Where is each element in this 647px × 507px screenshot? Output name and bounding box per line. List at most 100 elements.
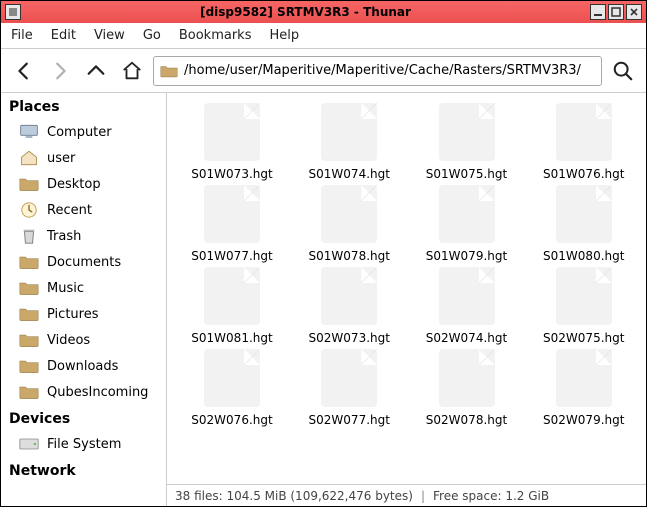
file-item[interactable]: S02W074.hgt <box>412 267 522 345</box>
file-icon <box>556 349 612 407</box>
file-name: S02W078.hgt <box>426 413 507 427</box>
sidebar-item-desktop[interactable]: Desktop <box>1 171 166 197</box>
file-name: S02W076.hgt <box>191 413 272 427</box>
file-item[interactable]: S01W079.hgt <box>412 185 522 263</box>
file-item[interactable]: S01W078.hgt <box>294 185 404 263</box>
file-name: S01W078.hgt <box>309 249 390 263</box>
sidebar-item-label: Desktop <box>47 177 101 192</box>
folder-icon <box>19 175 39 193</box>
folder-icon <box>19 331 39 349</box>
file-name: S01W075.hgt <box>426 167 507 181</box>
file-name: S02W075.hgt <box>543 331 624 345</box>
sidebar-section-places: Places <box>1 93 166 119</box>
maximize-button[interactable] <box>608 4 624 20</box>
file-icon <box>204 185 260 243</box>
file-item[interactable]: S01W081.hgt <box>177 267 287 345</box>
sidebar-item-music[interactable]: Music <box>1 275 166 301</box>
location-bar[interactable]: /home/user/Maperitive/Maperitive/Cache/R… <box>153 56 602 86</box>
sidebar-section-devices: Devices <box>1 405 166 431</box>
file-icon <box>321 103 377 161</box>
menu-bookmarks[interactable]: Bookmarks <box>179 28 252 43</box>
sidebar-item-documents[interactable]: Documents <box>1 249 166 275</box>
status-files: 38 files: 104.5 MiB (109,622,476 bytes) <box>175 489 413 503</box>
sidebar-item-label: Documents <box>47 255 121 270</box>
file-item[interactable]: S01W076.hgt <box>529 103 639 181</box>
file-item[interactable]: S01W074.hgt <box>294 103 404 181</box>
sidebar-item-label: Music <box>47 281 84 296</box>
menu-go[interactable]: Go <box>143 28 161 43</box>
file-name: S02W074.hgt <box>426 331 507 345</box>
sidebar-item-label: QubesIncoming <box>47 385 148 400</box>
sidebar-item-label: Videos <box>47 333 90 348</box>
file-item[interactable]: S02W078.hgt <box>412 349 522 427</box>
sidebar-item-videos[interactable]: Videos <box>1 327 166 353</box>
sidebar-item-label: Downloads <box>47 359 118 374</box>
folder-icon <box>160 64 178 78</box>
sidebar-item-user[interactable]: user <box>1 145 166 171</box>
file-item[interactable]: S01W075.hgt <box>412 103 522 181</box>
file-icon <box>439 349 495 407</box>
file-item[interactable]: S01W080.hgt <box>529 185 639 263</box>
file-item[interactable]: S02W079.hgt <box>529 349 639 427</box>
file-name: S01W074.hgt <box>309 167 390 181</box>
file-name: S02W077.hgt <box>309 413 390 427</box>
up-button[interactable] <box>81 56 111 86</box>
file-item[interactable]: S02W075.hgt <box>529 267 639 345</box>
minimize-button[interactable] <box>590 4 606 20</box>
folder-icon <box>19 279 39 297</box>
sidebar-item-label: Trash <box>47 229 81 244</box>
file-icon <box>204 349 260 407</box>
trash-icon <box>19 227 39 245</box>
status-free-space: Free space: 1.2 GiB <box>433 489 549 503</box>
menu-help[interactable]: Help <box>269 28 299 43</box>
sidebar-item-pictures[interactable]: Pictures <box>1 301 166 327</box>
window-menu-button[interactable] <box>5 4 21 20</box>
sidebar-item-computer[interactable]: Computer <box>1 119 166 145</box>
file-item[interactable]: S01W073.hgt <box>177 103 287 181</box>
sidebar-item-label: Pictures <box>47 307 98 322</box>
location-path: /home/user/Maperitive/Maperitive/Cache/R… <box>184 63 581 78</box>
window-title: [disp9582] SRTMV3R3 - Thunar <box>21 5 590 19</box>
folder-icon <box>19 305 39 323</box>
file-name: S01W079.hgt <box>426 249 507 263</box>
menu-view[interactable]: View <box>94 28 125 43</box>
back-button[interactable] <box>9 56 39 86</box>
file-icon <box>556 185 612 243</box>
file-view[interactable]: S01W073.hgt S01W074.hgt S01W075.hgt S01W076… <box>167 93 646 484</box>
folder-icon <box>19 383 39 401</box>
sidebar-item-filesystem[interactable]: File System <box>1 431 166 457</box>
file-item[interactable]: S02W076.hgt <box>177 349 287 427</box>
menu-edit[interactable]: Edit <box>51 28 76 43</box>
titlebar[interactable]: [disp9582] SRTMV3R3 - Thunar <box>1 1 646 23</box>
forward-button[interactable] <box>45 56 75 86</box>
file-icon <box>204 103 260 161</box>
file-item[interactable]: S01W077.hgt <box>177 185 287 263</box>
sidebar: Places Computer user Desktop Recent Tras… <box>1 93 167 506</box>
file-manager-window: [disp9582] SRTMV3R3 - Thunar File Edit V… <box>0 0 647 507</box>
file-icon <box>439 267 495 325</box>
sidebar-item-trash[interactable]: Trash <box>1 223 166 249</box>
file-name: S01W080.hgt <box>543 249 624 263</box>
home-button[interactable] <box>117 56 147 86</box>
sidebar-item-qubesincoming[interactable]: QubesIncoming <box>1 379 166 405</box>
search-button[interactable] <box>608 56 638 86</box>
clock-icon <box>19 201 39 219</box>
file-icon <box>321 185 377 243</box>
status-separator: | <box>413 489 433 503</box>
menu-file[interactable]: File <box>11 28 33 43</box>
close-button[interactable] <box>626 4 642 20</box>
sidebar-item-recent[interactable]: Recent <box>1 197 166 223</box>
file-item[interactable]: S02W077.hgt <box>294 349 404 427</box>
file-item[interactable]: S02W073.hgt <box>294 267 404 345</box>
drive-icon <box>19 435 39 453</box>
sidebar-section-network: Network <box>1 457 166 483</box>
sidebar-item-downloads[interactable]: Downloads <box>1 353 166 379</box>
file-icon <box>439 185 495 243</box>
menubar: File Edit View Go Bookmarks Help <box>1 23 646 49</box>
folder-icon <box>19 253 39 271</box>
home-icon <box>19 149 39 167</box>
sidebar-item-label: File System <box>47 437 121 452</box>
file-icon <box>439 103 495 161</box>
file-name: S01W076.hgt <box>543 167 624 181</box>
file-icon <box>321 267 377 325</box>
